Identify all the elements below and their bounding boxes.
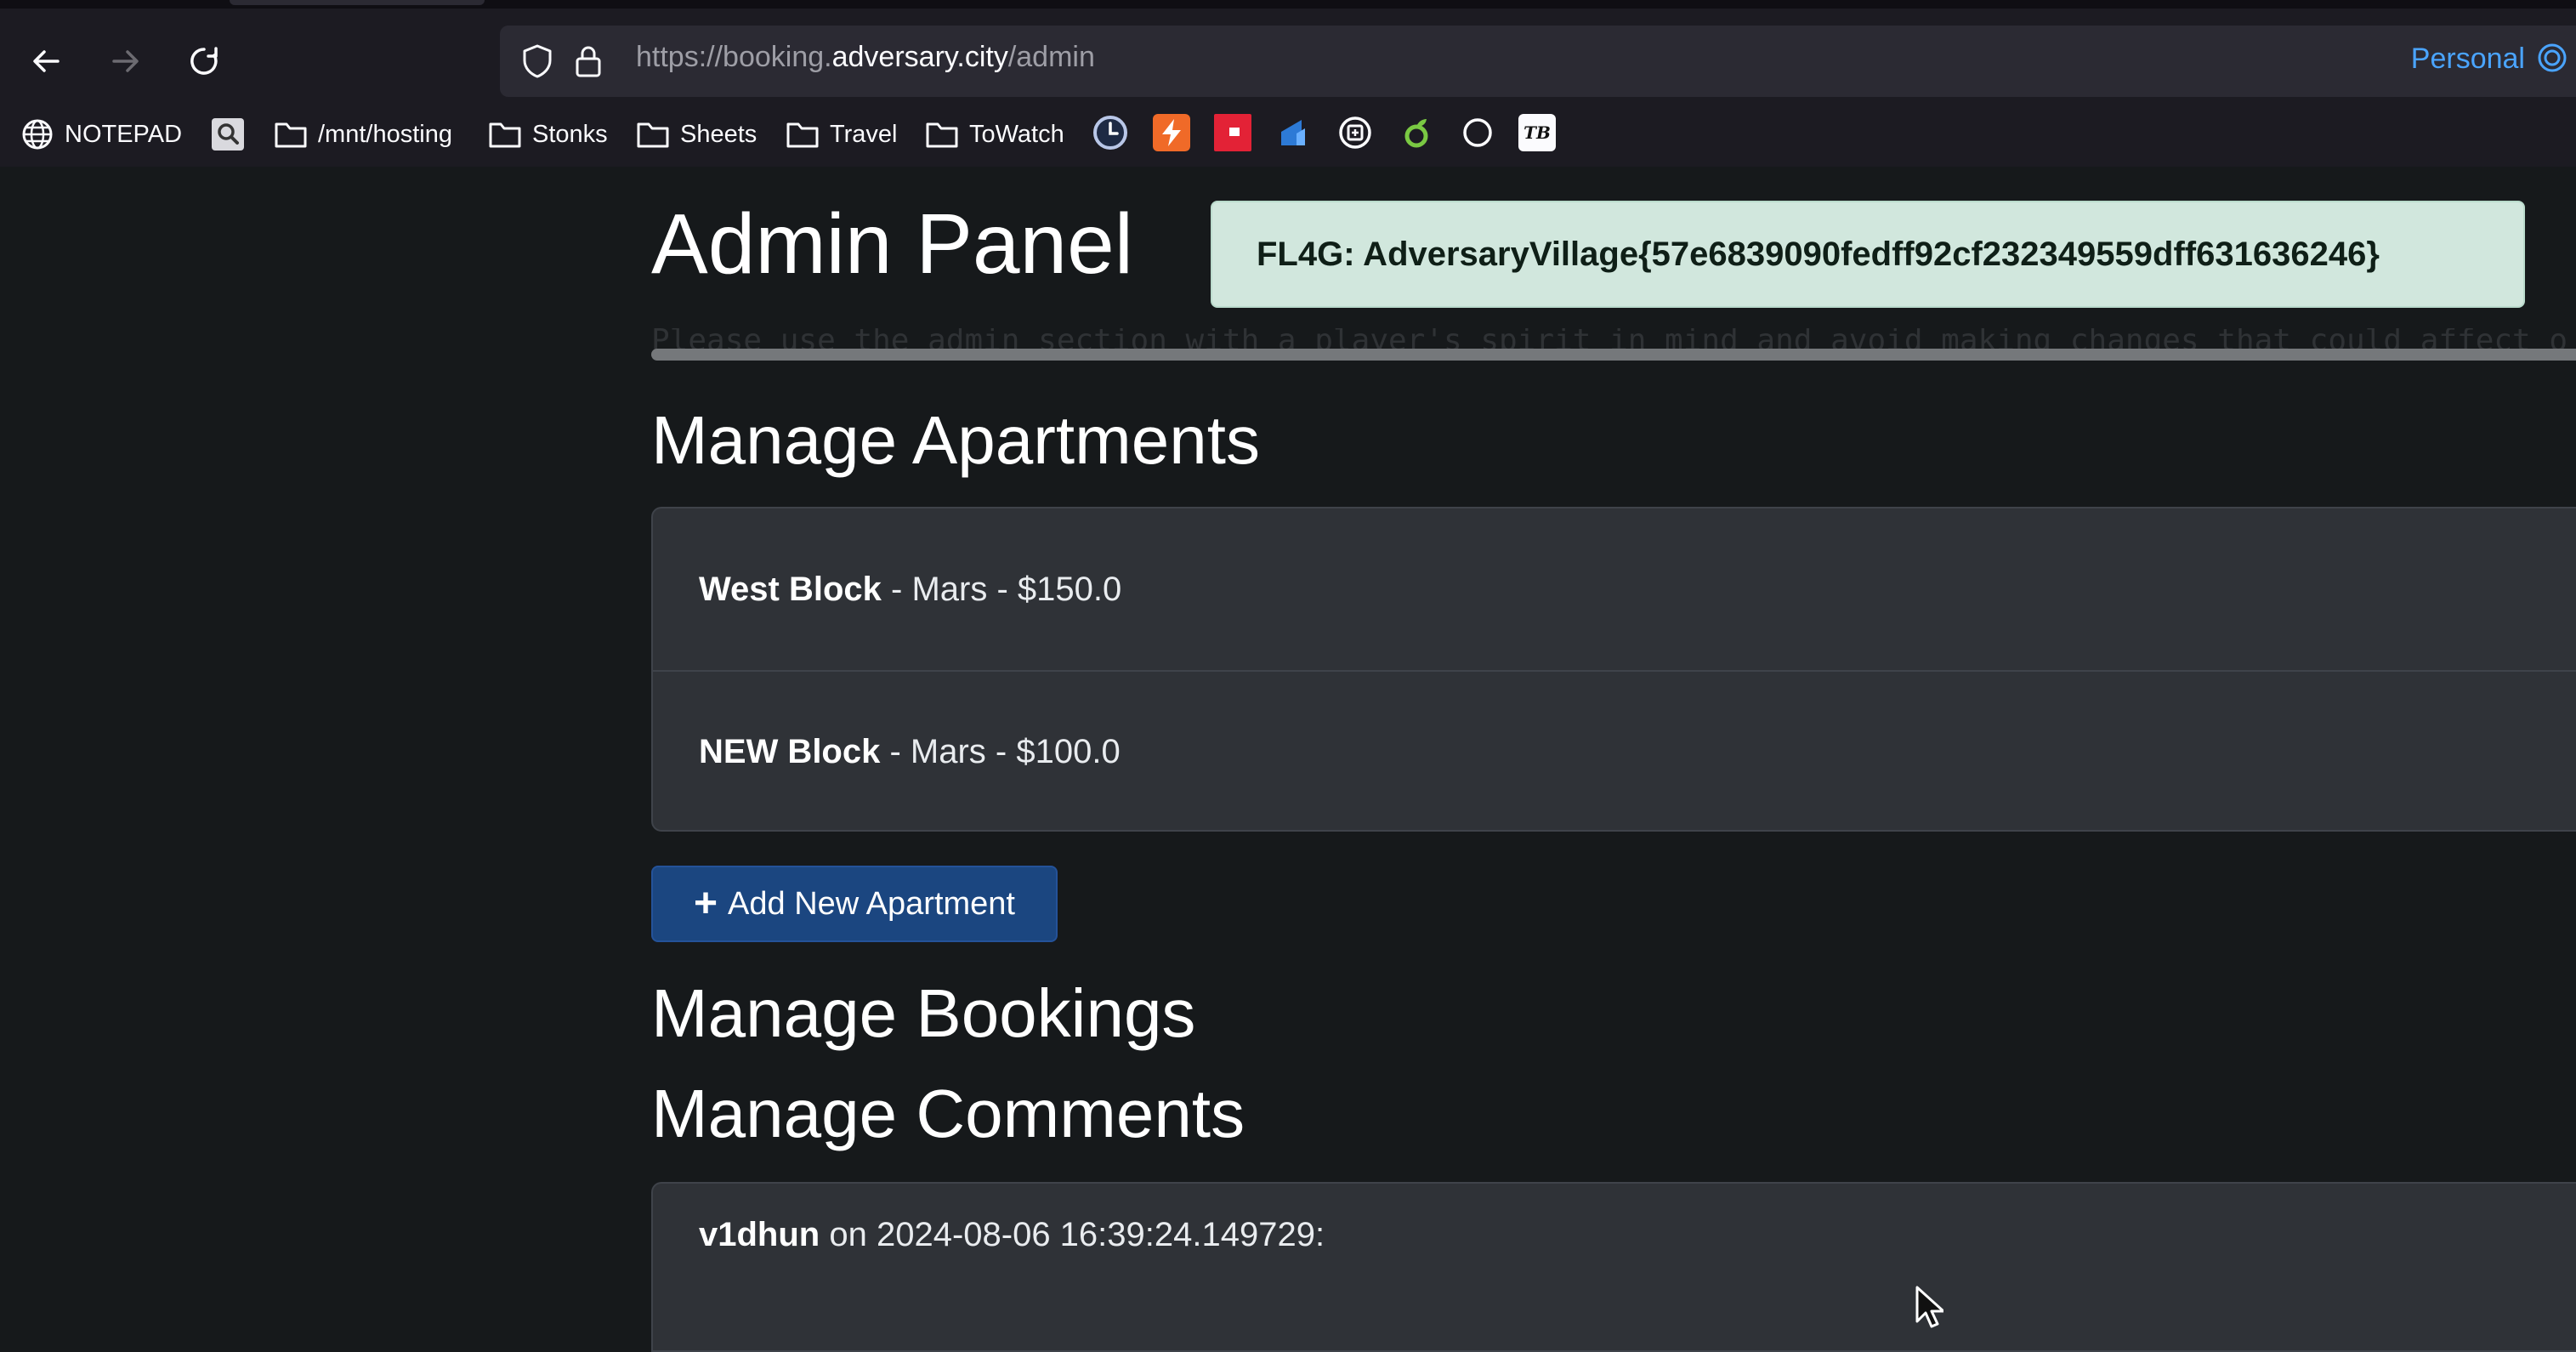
bookmark-folder-stonks[interactable]: Stonks bbox=[488, 114, 608, 155]
browser-toolbar: https://booking.adversary.city/admin Per… bbox=[0, 0, 2576, 167]
bookmark-tb[interactable]: TB bbox=[1518, 114, 1556, 151]
bookmark-green-leaf[interactable] bbox=[1398, 114, 1435, 151]
apartment-details: - Mars - $150.0 bbox=[881, 570, 1122, 608]
active-tab[interactable] bbox=[230, 0, 485, 5]
address-bar[interactable]: https://booking.adversary.city/admin bbox=[500, 26, 2576, 97]
red-flag-icon bbox=[1217, 121, 1248, 145]
bookmark-circle[interactable] bbox=[1459, 114, 1496, 151]
bookmark-clock[interactable] bbox=[1092, 114, 1129, 151]
bookmark-red-flag[interactable] bbox=[1214, 114, 1251, 151]
add-apartment-label: Add New Apartment bbox=[728, 885, 1015, 922]
apartment-item[interactable]: NEW Block - Mars - $100.0 bbox=[653, 670, 2576, 832]
folder-icon bbox=[637, 122, 669, 148]
bookmark-search[interactable] bbox=[211, 114, 255, 155]
back-button[interactable] bbox=[20, 36, 71, 87]
bookmark-label: Sheets bbox=[680, 120, 757, 148]
forward-arrow-icon bbox=[112, 50, 139, 72]
url-text[interactable]: https://booking.adversary.city/admin bbox=[636, 41, 1095, 74]
manage-apartments-heading: Manage Apartments bbox=[651, 402, 1260, 478]
folder-icon bbox=[786, 122, 819, 148]
folder-icon bbox=[489, 122, 521, 148]
manage-bookings-heading: Manage Bookings bbox=[651, 975, 1196, 1051]
bolt-icon bbox=[1162, 119, 1181, 146]
bookmark-bolt[interactable] bbox=[1153, 114, 1190, 151]
bookmark-folder-travel[interactable]: Travel bbox=[786, 114, 898, 155]
bookmark-folder-mnt-hosting[interactable]: /mnt/hosting bbox=[274, 114, 452, 155]
comment-card: v1dhun on 2024-08-06 16:39:24.149729: bbox=[651, 1182, 2576, 1352]
shield-icon[interactable] bbox=[517, 41, 558, 82]
tb-icon: TB bbox=[1523, 122, 1551, 143]
plus-icon: + bbox=[694, 881, 718, 926]
folder-icon bbox=[926, 122, 958, 148]
reload-button[interactable] bbox=[179, 36, 230, 87]
blue-shape-icon bbox=[1281, 120, 1305, 145]
page-content: Admin Panel FL4G: AdversaryVillage{57e68… bbox=[0, 167, 2576, 1352]
forward-button[interactable] bbox=[100, 36, 151, 87]
clock-icon bbox=[1093, 116, 1127, 150]
bookmark-folder-towatch[interactable]: ToWatch bbox=[925, 114, 1064, 155]
comment-header: v1dhun on 2024-08-06 16:39:24.149729: bbox=[699, 1216, 1325, 1254]
manage-comments-heading: Manage Comments bbox=[651, 1076, 1245, 1151]
bookmark-notepad[interactable]: NOTEPAD bbox=[20, 114, 182, 155]
comment-timestamp: on 2024-08-06 16:39:24.149729: bbox=[820, 1216, 1325, 1253]
bookmark-label: ToWatch bbox=[969, 120, 1064, 148]
tab-strip bbox=[0, 0, 2576, 9]
bookmark-blue-shape[interactable] bbox=[1275, 114, 1313, 151]
section-divider bbox=[651, 349, 2576, 361]
gear-badge-icon bbox=[1339, 116, 1371, 149]
apartment-item[interactable]: West Block - Mars - $150.0 bbox=[653, 508, 2576, 670]
bookmark-label: Travel bbox=[830, 120, 898, 148]
folder-icon bbox=[275, 122, 307, 148]
apartment-list: West Block - Mars - $150.0 NEW Block - M… bbox=[651, 507, 2576, 832]
mouse-cursor-icon bbox=[1915, 1286, 1943, 1328]
comment-author: v1dhun bbox=[699, 1216, 820, 1253]
bookmark-label: /mnt/hosting bbox=[318, 120, 452, 148]
add-new-apartment-button[interactable]: + Add New Apartment bbox=[651, 866, 1058, 942]
apartment-name: NEW Block bbox=[699, 732, 881, 770]
flag-alert: FL4G: AdversaryVillage{57e6839090fedff92… bbox=[1211, 201, 2525, 308]
green-leaf-icon bbox=[1404, 119, 1428, 148]
reload-icon bbox=[190, 47, 218, 75]
search-icon bbox=[212, 118, 244, 151]
back-arrow-icon bbox=[33, 50, 60, 72]
flag-text: FL4G: AdversaryVillage{57e6839090fedff92… bbox=[1257, 235, 2380, 273]
bookmark-folder-sheets[interactable]: Sheets bbox=[636, 114, 757, 155]
bookmark-label: Stonks bbox=[532, 120, 608, 148]
bookmark-label: NOTEPAD bbox=[65, 120, 183, 148]
lock-icon[interactable] bbox=[568, 41, 609, 82]
globe-icon bbox=[22, 119, 53, 150]
apartment-name: West Block bbox=[699, 570, 882, 608]
profile-icon[interactable] bbox=[2535, 41, 2569, 75]
circle-icon bbox=[1463, 118, 1492, 147]
profile-button[interactable]: Personal bbox=[2411, 43, 2525, 76]
apartment-details: - Mars - $100.0 bbox=[880, 732, 1121, 770]
bookmark-gear-badge[interactable] bbox=[1336, 114, 1374, 151]
page-title: Admin Panel bbox=[651, 196, 1133, 292]
